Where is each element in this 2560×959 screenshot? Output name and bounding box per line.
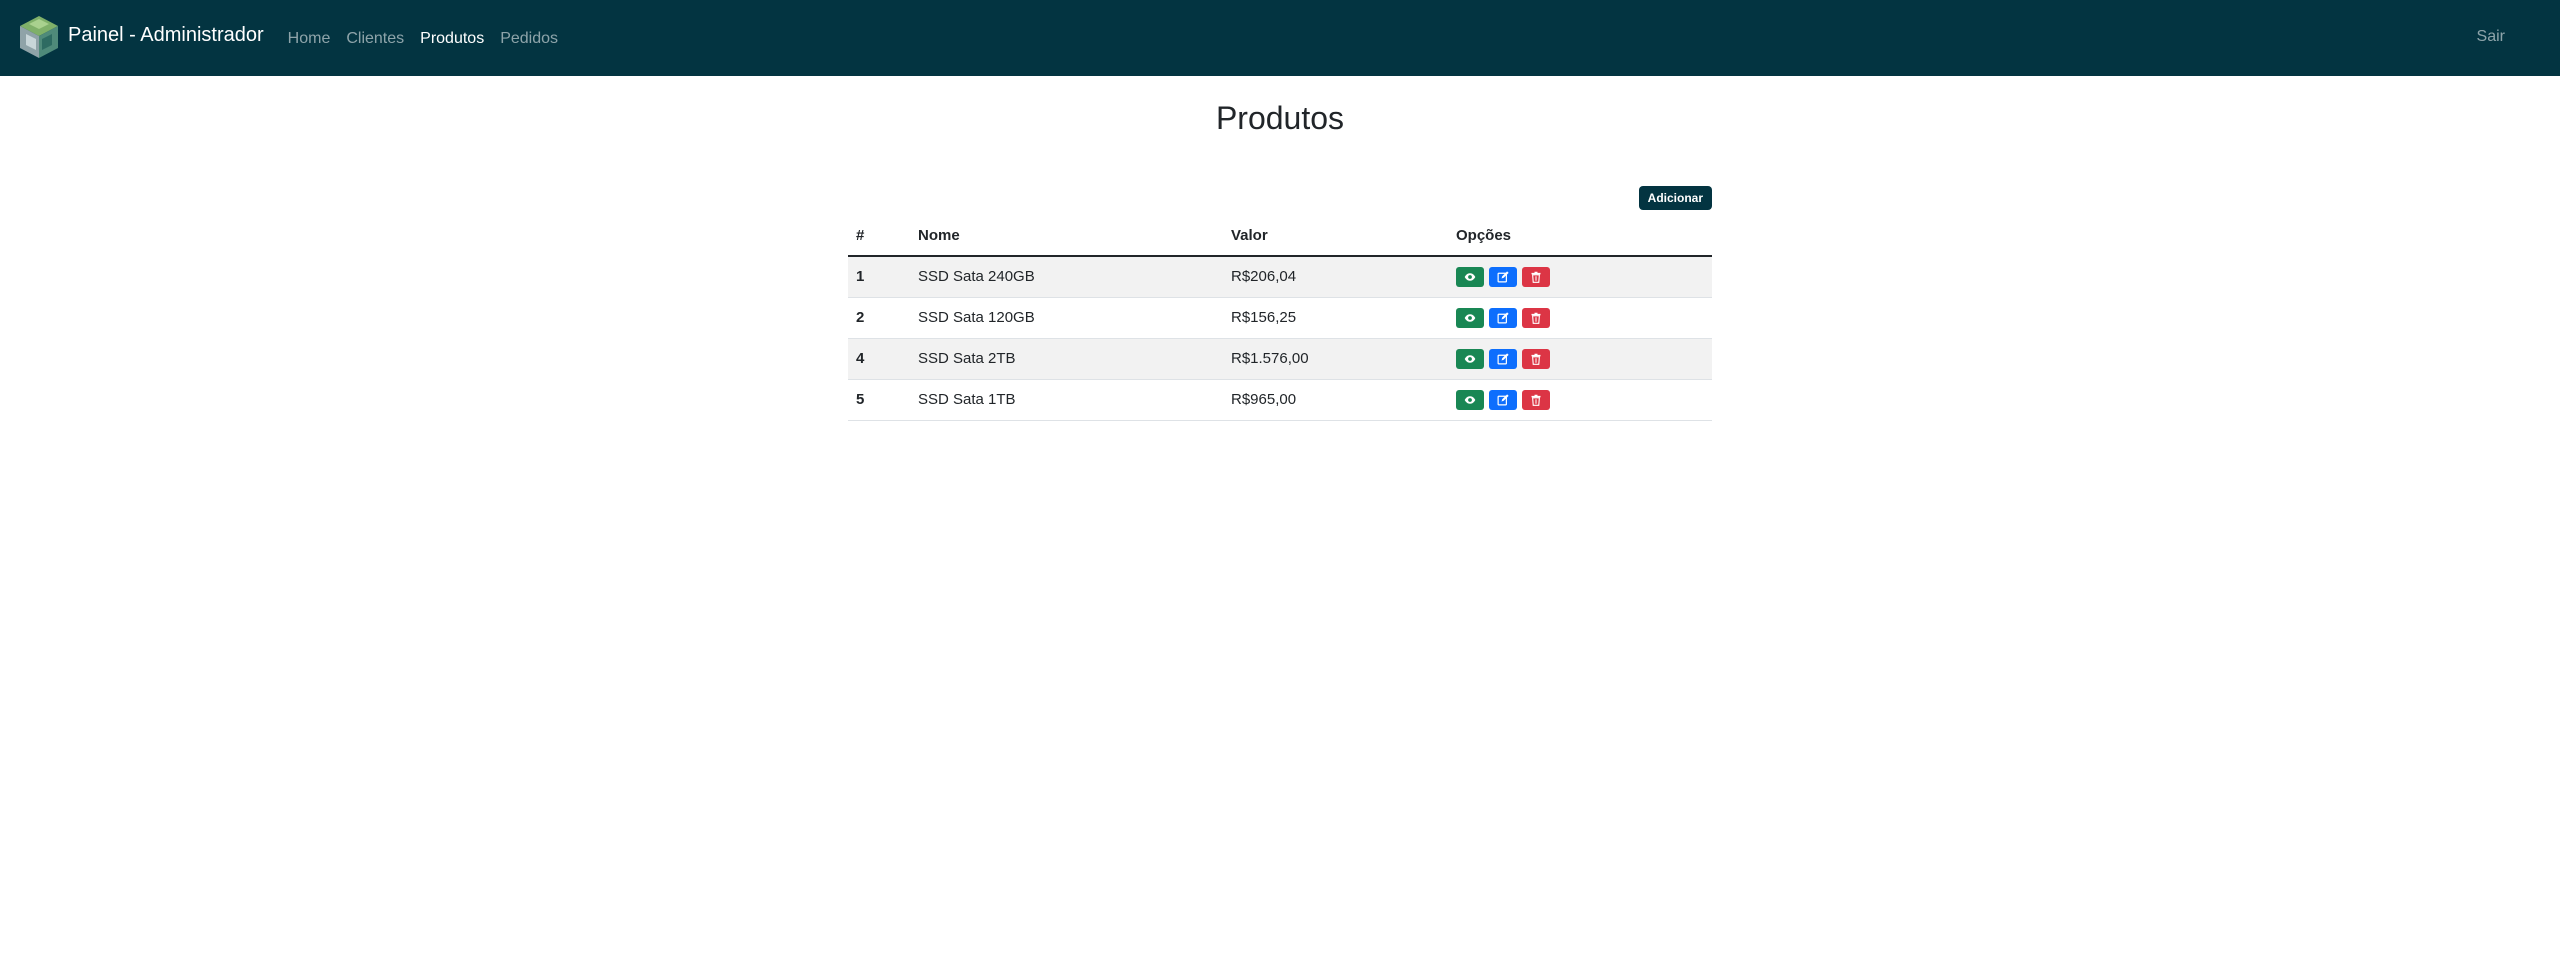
- nav-link-pedidos[interactable]: Pedidos: [500, 30, 558, 48]
- logout-link[interactable]: Sair: [2477, 28, 2505, 46]
- view-button[interactable]: [1456, 307, 1484, 328]
- top-navbar: Painel - Administrador Home Clientes Pro…: [0, 0, 2560, 76]
- trash-icon: [1531, 394, 1541, 406]
- view-button[interactable]: [1456, 348, 1484, 369]
- eye-icon: [1464, 273, 1476, 281]
- row-valor: R$156,25: [1223, 297, 1448, 339]
- nav-link-home[interactable]: Home: [288, 30, 331, 48]
- column-header-opcoes: Opções: [1448, 216, 1712, 257]
- table-row: 1 SSD Sata 240GB R$206,04: [848, 256, 1712, 298]
- table-row: 2 SSD Sata 120GB R$156,25: [848, 297, 1712, 339]
- edit-icon: [1497, 393, 1509, 405]
- add-product-button[interactable]: Adicionar: [1638, 186, 1712, 210]
- view-button[interactable]: [1456, 389, 1484, 410]
- row-id: 2: [848, 297, 910, 339]
- brand-title: Painel - Administrador: [68, 23, 264, 46]
- column-header-nome: Nome: [910, 216, 1223, 257]
- trash-icon: [1531, 353, 1541, 365]
- products-table: # Nome Valor Opções 1 SSD Sata 240GB R$2…: [848, 216, 1712, 421]
- eye-icon: [1464, 354, 1476, 363]
- delete-button[interactable]: [1522, 266, 1550, 287]
- row-nome: SSD Sata 1TB: [910, 379, 1223, 421]
- row-nome: SSD Sata 2TB: [910, 338, 1223, 380]
- edit-button[interactable]: [1489, 348, 1517, 369]
- edit-icon: [1497, 311, 1509, 323]
- edit-icon: [1497, 271, 1509, 283]
- products-container: Adicionar # Nome Valor Opções 1 SSD Sata…: [848, 186, 1712, 421]
- view-button[interactable]: [1456, 266, 1484, 287]
- trash-icon: [1531, 271, 1541, 283]
- cube-logo-icon: [20, 16, 58, 58]
- edit-button[interactable]: [1489, 266, 1517, 287]
- column-header-id: #: [848, 216, 910, 257]
- edit-button[interactable]: [1489, 307, 1517, 328]
- row-id: 1: [848, 256, 910, 298]
- row-actions: [1448, 297, 1712, 339]
- table-row: 5 SSD Sata 1TB R$965,00: [848, 379, 1712, 421]
- edit-icon: [1497, 352, 1509, 364]
- row-actions: [1448, 338, 1712, 380]
- table-header-row: # Nome Valor Opções: [848, 216, 1712, 257]
- nav-links: Home Clientes Produtos Pedidos: [288, 30, 574, 48]
- table-row: 4 SSD Sata 2TB R$1.576,00: [848, 338, 1712, 380]
- edit-button[interactable]: [1489, 389, 1517, 410]
- row-valor: R$206,04: [1223, 256, 1448, 298]
- brand-link[interactable]: Painel - Administrador: [14, 0, 264, 76]
- eye-icon: [1464, 395, 1476, 404]
- nav-link-produtos[interactable]: Produtos: [420, 30, 484, 48]
- row-nome: SSD Sata 240GB: [910, 256, 1223, 298]
- row-valor: R$1.576,00: [1223, 338, 1448, 380]
- trash-icon: [1531, 312, 1541, 324]
- delete-button[interactable]: [1522, 348, 1550, 369]
- column-header-valor: Valor: [1223, 216, 1448, 257]
- page-title: Produtos: [1215, 100, 1345, 136]
- eye-icon: [1464, 313, 1476, 322]
- row-id: 5: [848, 379, 910, 421]
- row-valor: R$965,00: [1223, 379, 1448, 421]
- delete-button[interactable]: [1522, 307, 1550, 328]
- row-nome: SSD Sata 120GB: [910, 297, 1223, 339]
- row-actions: [1448, 256, 1712, 298]
- row-id: 4: [848, 338, 910, 380]
- table-toolbar: Adicionar: [848, 186, 1712, 210]
- delete-button[interactable]: [1522, 389, 1550, 410]
- row-actions: [1448, 379, 1712, 421]
- nav-link-clientes[interactable]: Clientes: [346, 30, 404, 48]
